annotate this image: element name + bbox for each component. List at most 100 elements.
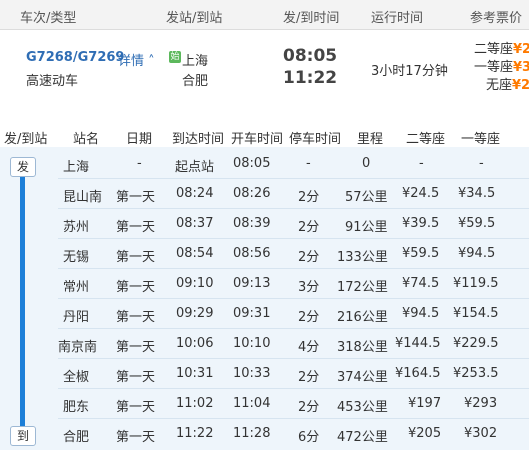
duration: 3小时17分钟	[371, 64, 448, 79]
stop-first-price: ¥154.5	[453, 306, 499, 321]
stop-second-price: ¥74.5	[402, 276, 440, 291]
stop-duration: 2分	[298, 310, 320, 325]
header-train: 车次/类型	[20, 11, 77, 26]
stop-arrive: 08:54	[176, 246, 214, 261]
arrive-time: 11:22	[283, 68, 338, 88]
stop-first-price: ¥34.5	[458, 186, 496, 201]
stop-first-price: ¥302	[464, 426, 498, 441]
stop-duration: 2分	[298, 190, 320, 205]
header-duration: 运行时间	[371, 11, 424, 26]
stop-date: 第一天	[116, 250, 156, 265]
stop-station: 肥东	[63, 400, 90, 415]
stop-row[interactable]: 合肥 第一天 11:22 11:28 6分 472公里 ¥205 ¥302	[58, 418, 529, 448]
detail-label: 详情	[118, 54, 145, 69]
header-times: 发/到时间	[283, 11, 340, 26]
stop-second-price: ¥164.5	[395, 366, 441, 381]
stop-arrive: 09:10	[176, 276, 214, 291]
stop-date: 第一天	[116, 190, 156, 205]
stop-mileage: 374公里	[337, 370, 388, 385]
stop-arrive: 11:02	[176, 396, 214, 411]
stop-station: 上海	[63, 160, 90, 175]
stop-first-price: ¥253.5	[453, 366, 499, 381]
stop-first-price: -	[479, 156, 484, 171]
stop-date: 第一天	[116, 400, 156, 415]
stop-mileage: 57公里	[345, 190, 388, 205]
stop-station: 丹阳	[63, 310, 90, 325]
from-station: 上海	[182, 54, 209, 69]
stop-duration: 2分	[298, 400, 320, 415]
stop-first-price: ¥59.5	[458, 216, 496, 231]
stop-row[interactable]: 南京南 第一天 10:06 10:10 4分 318公里 ¥144.5 ¥229…	[58, 328, 529, 359]
stop-duration: 2分	[298, 250, 320, 265]
stop-mileage: 133公里	[337, 250, 388, 265]
stop-depart: 11:04	[233, 396, 271, 411]
stop-station: 无锡	[63, 250, 90, 265]
stop-mileage: 91公里	[345, 220, 388, 235]
stop-depart: 09:13	[233, 276, 271, 291]
route-line	[20, 166, 25, 438]
chevron-up-icon: ˄	[144, 54, 155, 69]
price-second-class: 二等座¥20	[474, 42, 529, 57]
stops-table-header: 发/到站 站名 日期 到达时间 开车时间 停车时间 里程 二等座 一等座	[0, 103, 529, 147]
stop-first-price: ¥229.5	[453, 336, 499, 351]
header-stations: 发站/到站	[166, 11, 223, 26]
stop-date: 第一天	[116, 280, 156, 295]
stop-row[interactable]: 常州 第一天 09:10 09:13 3分 172公里 ¥74.5 ¥119.5	[58, 268, 529, 299]
col-date: 日期	[126, 132, 153, 147]
stop-first-price: ¥94.5	[458, 246, 496, 261]
stop-depart: 08:05	[233, 156, 271, 171]
stop-date: -	[137, 156, 142, 171]
col-mileage: 里程	[357, 132, 384, 147]
price-first-class: 一等座¥30	[474, 60, 529, 75]
stop-row[interactable]: 上海 - 起点站 08:05 - 0 - -	[58, 148, 529, 179]
stop-date: 第一天	[116, 310, 156, 325]
stop-duration: 4分	[298, 340, 320, 355]
stop-row[interactable]: 昆山南 第一天 08:24 08:26 2分 57公里 ¥24.5 ¥34.5	[58, 178, 529, 209]
col-second-class: 二等座	[406, 132, 446, 147]
stop-duration: 3分	[298, 280, 320, 295]
train-number-link[interactable]: G7268/G7269	[26, 50, 124, 65]
stop-row[interactable]: 苏州 第一天 08:37 08:39 2分 91公里 ¥39.5 ¥59.5	[58, 208, 529, 239]
stop-arrive: 08:24	[176, 186, 214, 201]
stop-second-price: ¥39.5	[402, 216, 440, 231]
stop-depart: 08:26	[233, 186, 271, 201]
stop-row[interactable]: 全椒 第一天 10:31 10:33 2分 374公里 ¥164.5 ¥253.…	[58, 358, 529, 389]
stop-station: 昆山南	[63, 190, 103, 205]
col-arrive-time: 到达时间	[172, 132, 225, 147]
stop-date: 第一天	[116, 430, 156, 445]
stop-date: 第一天	[116, 220, 156, 235]
stop-mileage: 0	[362, 156, 371, 171]
stop-depart: 08:39	[233, 216, 271, 231]
stop-depart: 09:31	[233, 306, 271, 321]
stop-row[interactable]: 肥东 第一天 11:02 11:04 2分 453公里 ¥197 ¥293	[58, 388, 529, 419]
to-station: 合肥	[182, 74, 209, 89]
stop-arrive: 08:37	[176, 216, 214, 231]
stop-row[interactable]: 无锡 第一天 08:54 08:56 2分 133公里 ¥59.5 ¥94.5	[58, 238, 529, 269]
stop-station: 全椒	[63, 370, 90, 385]
stop-station: 常州	[63, 280, 90, 295]
stop-arrive: 09:29	[176, 306, 214, 321]
stop-mileage: 318公里	[337, 340, 388, 355]
col-depart-arrive: 发/到站	[4, 132, 48, 147]
stop-row[interactable]: 丹阳 第一天 09:29 09:31 2分 216公里 ¥94.5 ¥154.5	[58, 298, 529, 329]
stop-duration: 2分	[298, 370, 320, 385]
stop-station: 合肥	[63, 430, 90, 445]
stop-depart: 11:28	[233, 426, 271, 441]
detail-toggle[interactable]: 详情 ˄	[118, 50, 155, 69]
stop-arrive: 10:31	[176, 366, 214, 381]
stop-first-price: ¥293	[464, 396, 498, 411]
stop-mileage: 216公里	[337, 310, 388, 325]
start-station-icon: 始	[169, 51, 181, 63]
stop-station: 南京南	[58, 340, 98, 355]
header-price: 参考票价	[470, 11, 523, 26]
stop-duration: -	[306, 156, 311, 171]
stop-second-price: -	[419, 156, 424, 171]
stop-duration: 6分	[298, 430, 320, 445]
stop-date: 第一天	[116, 340, 156, 355]
train-summary-row[interactable]: G7268/G7269 详情 ˄ 高速动车 始 上海 合肥 08:05 11:2…	[0, 30, 529, 102]
stop-date: 第一天	[116, 370, 156, 385]
col-station: 站名	[73, 132, 100, 147]
stop-arrive: 11:22	[176, 426, 214, 441]
stop-duration: 2分	[298, 220, 320, 235]
stop-second-price: ¥197	[408, 396, 442, 411]
